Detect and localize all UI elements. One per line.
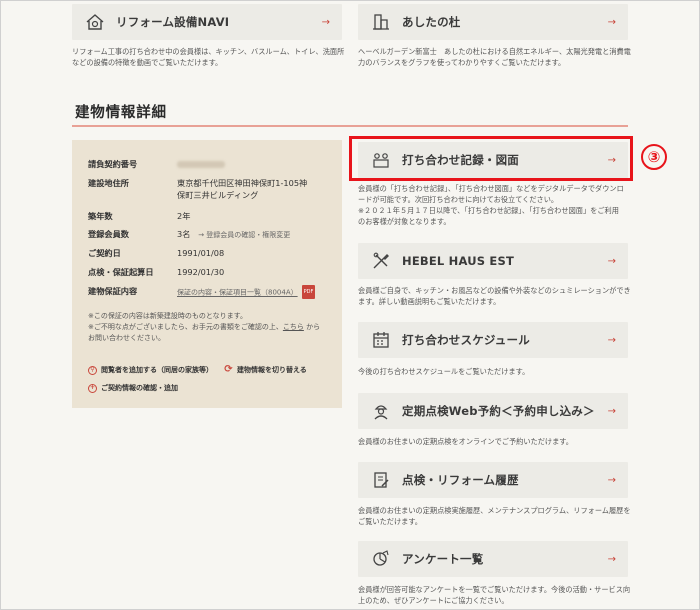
card-reform-history[interactable]: 点検・リフォーム履歴 → — [358, 462, 628, 498]
survey-icon — [370, 548, 392, 570]
contract-info-action[interactable]: + ご契約情報の確認・追加 — [88, 383, 178, 393]
card-label: 定期点検Web予約＜予約申し込み＞ — [402, 404, 595, 418]
arrow-right-icon: → — [607, 474, 616, 486]
card-meeting-schedule[interactable]: 打ち合わせスケジュール → — [358, 322, 628, 358]
inspector-icon — [370, 400, 392, 422]
card-description: 会員様の「打ち合わせ記録」、「打ち合わせ図面」などをデジタルデータでダウンロ ード… — [358, 184, 624, 226]
arrow-right-icon: → — [607, 255, 616, 267]
meeting-record-icon — [370, 149, 392, 171]
card-label: 打ち合わせスケジュール — [402, 333, 530, 347]
card-hebel-haus-est[interactable]: HEBEL HAUS EST → — [358, 243, 628, 279]
card-description: 会員様が回答可能なアンケートを一覧でご覧いただけます。今後の活動・サービス向 上の… — [358, 585, 631, 605]
card-description: ヘーベルガーデン新富士 あしたの杜における自然エネルギー、太陽光発電と消費電 力の… — [358, 47, 631, 67]
refresh-icon: ⟳ — [224, 364, 233, 375]
card-label: アンケート一覧 — [402, 552, 484, 566]
person-icon: ⚲ — [88, 365, 97, 375]
house-gear-icon — [84, 11, 106, 33]
card-label: リフォーム設備NAVI — [116, 15, 230, 29]
step-marker: ③ — [641, 144, 667, 170]
card-description: 会員様ご自身で、キッチン・お風呂などの設備や外装などのシュミレーションができ ます… — [358, 286, 631, 306]
card-ashita-no-mori[interactable]: あしたの杜 → — [358, 4, 628, 40]
warranty-pdf-link[interactable]: 保証の内容・保証項目一覧（8004A） — [177, 289, 298, 297]
section-title: 建物情報詳細 — [75, 105, 167, 121]
warranty-note: ※この保証の内容は新築建設時のものとなります。 ※ご不明な点がございましたら、お… — [88, 312, 321, 342]
building-icon — [370, 11, 392, 33]
arrow-right-icon: → — [607, 154, 616, 166]
card-label: 打ち合わせ記録・図面 — [402, 153, 519, 167]
add-viewer-action[interactable]: ⚲ 閲覧者を追加する（同居の家族等） — [88, 365, 213, 375]
card-label: 点検・リフォーム履歴 — [402, 473, 519, 487]
plus-icon: + — [88, 383, 97, 393]
card-inspection-reservation[interactable]: 定期点検Web予約＜予約申し込み＞ → — [358, 393, 628, 429]
pdf-icon: PDF — [301, 285, 316, 299]
card-description: リフォーム工事の打ち合わせ中の会員様は、キッチン、バスルーム、トイレ、洗面所 など… — [72, 47, 345, 67]
card-meeting-records[interactable]: 打ち合わせ記録・図面 → — [358, 142, 628, 178]
card-description: 会員様のお住まいの定期点検実施履歴、メンテナンスプログラム、リフォーム履歴を ご覧… — [358, 506, 631, 526]
arrow-right-icon: → — [607, 334, 616, 346]
card-label: あしたの杜 — [402, 15, 461, 29]
switch-building-action[interactable]: ⟳ 建物情報を切り替える — [224, 365, 307, 375]
card-reform-navi[interactable]: リフォーム設備NAVI → — [72, 4, 342, 40]
member-permission-link[interactable]: → 登録会員の確認・権限変更 — [198, 231, 290, 239]
card-description: 会員様のお住まいの定期点検をオンラインでご予約いただけます。 — [358, 437, 573, 446]
section-divider — [72, 125, 628, 127]
arrow-right-icon: → — [607, 553, 616, 565]
arrow-right-icon: → — [321, 16, 330, 28]
masked-value — [177, 161, 225, 168]
calendar-icon — [370, 329, 392, 351]
arrow-right-icon: → — [607, 405, 616, 417]
card-description: 今後の打ち合わせスケジュールをご覧いただけます。 — [358, 367, 530, 376]
arrow-right-icon: → — [607, 16, 616, 28]
history-icon — [370, 469, 392, 491]
card-label: HEBEL HAUS EST — [402, 254, 515, 268]
tools-icon — [370, 250, 392, 272]
contact-link[interactable]: こちら — [283, 323, 304, 331]
card-survey-list[interactable]: アンケート一覧 → — [358, 541, 628, 577]
